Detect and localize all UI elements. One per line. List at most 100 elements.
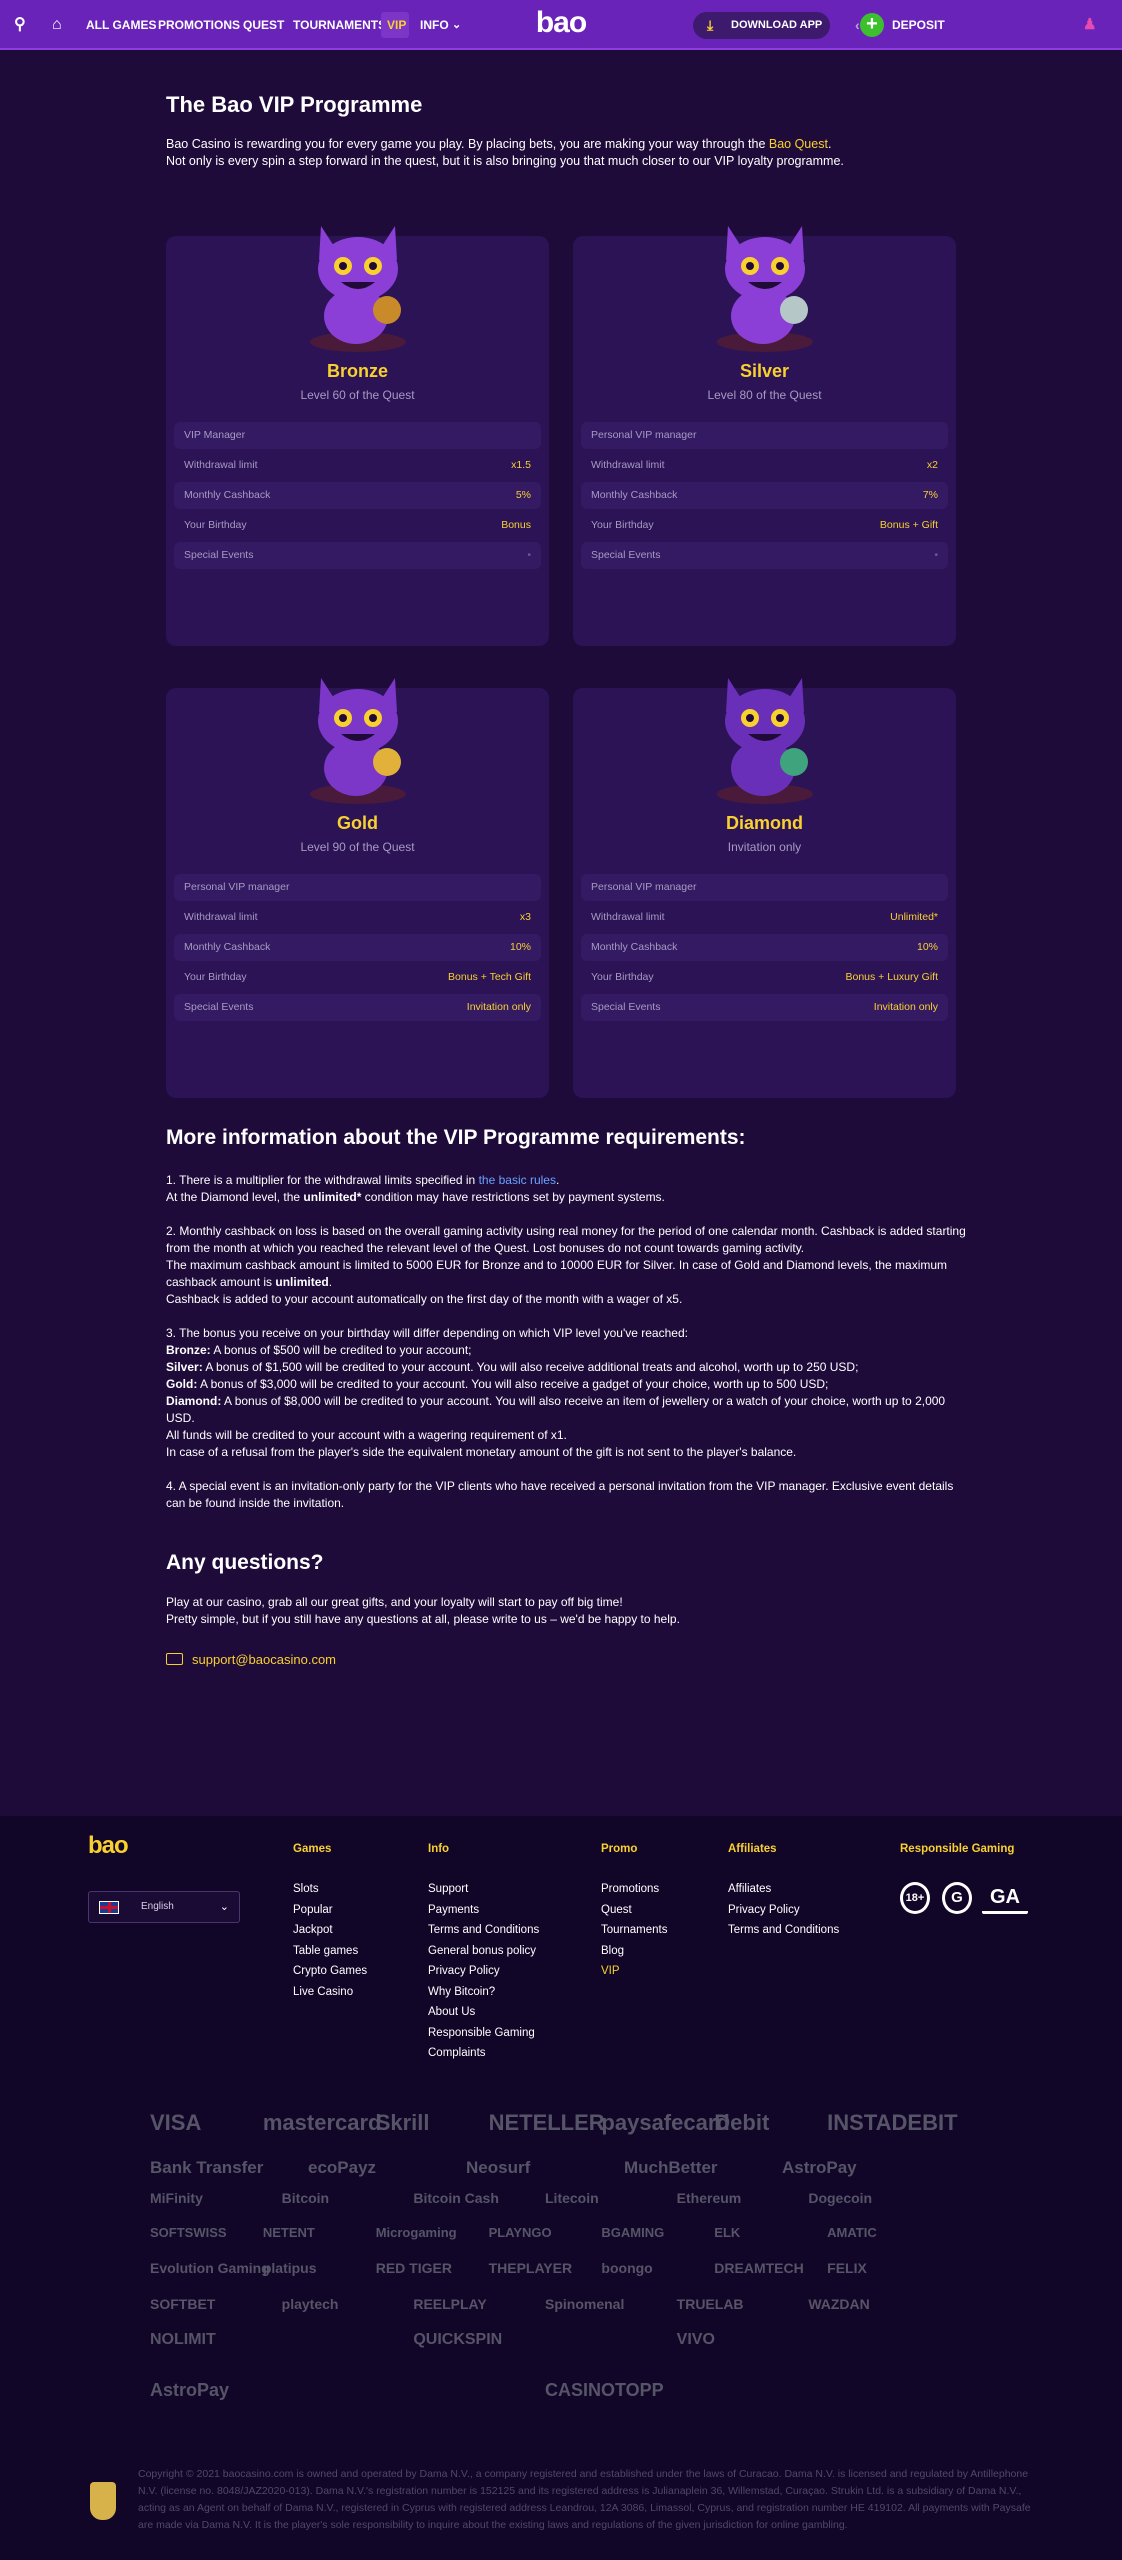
logo[interactable]: bao — [0, 6, 1122, 40]
perk-label: Withdrawal limit — [591, 911, 665, 923]
footer-link[interactable]: Privacy Policy — [428, 1961, 539, 1982]
gambling-anonymous-icon[interactable]: GA — [982, 1882, 1028, 1914]
language-select[interactable]: English ⌄ — [88, 1891, 240, 1923]
footer-link[interactable]: Responsible Gaming — [428, 2023, 539, 2044]
age-18-badge[interactable]: 18+ — [900, 1882, 930, 1914]
diamond-key: Diamond: — [166, 1394, 222, 1408]
download-app-button[interactable]: ⤓ DOWNLOAD APP — [693, 12, 830, 39]
footer-heading: Affiliates — [728, 1843, 777, 1855]
perk-row: Monthly Cashback 10% — [174, 934, 541, 961]
provider-logo: NETELLER — [488, 2110, 605, 2135]
provider-logo: FELIX — [827, 2260, 867, 2276]
perk-row: Monthly Cashback 5% — [174, 482, 541, 509]
footer-link[interactable]: Privacy Policy — [728, 1900, 839, 1921]
provider-logo: boongo — [601, 2260, 653, 2276]
footer-link[interactable]: Support — [428, 1879, 539, 1900]
perk-row: Withdrawal limit Unlimited* — [581, 904, 948, 931]
language-label: English — [141, 1901, 174, 1912]
questions-text: Play at our casino, grab all our great g… — [166, 1594, 966, 1628]
gamcare-icon[interactable]: G — [942, 1882, 972, 1914]
footer-heading: Responsible Gaming — [900, 1843, 1015, 1855]
provider-logo: NOLIMIT — [150, 2331, 216, 2348]
provider-logo: AstroPay — [782, 2158, 857, 2177]
provider-logo: paysafecard — [601, 2110, 730, 2135]
bronze-bonus: A bonus of $500 will be credited to your… — [210, 1343, 472, 1357]
perk-value: Bonus + Luxury Gift — [845, 971, 938, 983]
perk-row: Your Birthday Bonus + Gift — [581, 512, 948, 539]
perk-row: Personal VIP manager — [581, 874, 948, 901]
silver-bonus: A bonus of $1,500 will be credited to yo… — [202, 1360, 859, 1374]
perk-label: Withdrawal limit — [184, 459, 258, 471]
footer-link[interactable]: Blog — [601, 1941, 667, 1962]
footer-link[interactable]: Live Casino — [293, 1982, 367, 2003]
footer-link[interactable]: About Us — [428, 2002, 539, 2023]
perk-label: Special Events — [591, 549, 661, 561]
user-icon[interactable]: ♟ — [1083, 0, 1096, 50]
footer-col-affiliates: Affiliates Affiliates Privacy Policy Terms … — [728, 1842, 839, 1941]
perk-value: x3 — [519, 911, 531, 923]
gold-bonus: A bonus of $3,000 will be credited to yo… — [197, 1377, 829, 1391]
questions-line-1: Play at our casino, grab all our great g… — [166, 1595, 623, 1609]
perk-row: Special Events Invitation only — [174, 994, 541, 1021]
provider-logo: CASINOTOPP — [545, 2380, 664, 2400]
req-1c: condition may have restrictions set by p… — [361, 1190, 665, 1204]
uk-flag-icon — [99, 1901, 119, 1914]
perk-row: Your Birthday Bonus + Tech Gift — [174, 964, 541, 991]
provider-logo: playtech — [281, 2296, 339, 2312]
perk-row: Monthly Cashback 10% — [581, 934, 948, 961]
questions-line-2: Pretty simple, but if you still have any… — [166, 1612, 680, 1626]
footer-link[interactable]: VIP — [601, 1961, 667, 1982]
vip-card-diamond: Diamond Invitation only Personal VIP manag… — [573, 678, 956, 1098]
provider-logo: Litecoin — [545, 2190, 599, 2206]
top-nav: ⚲ ⌂ ALL GAMES PROMOTIONS QUEST TOURNAMEN… — [0, 0, 1122, 50]
cat-mascot-icon — [717, 226, 813, 352]
chevron-down-icon: ⌄ — [219, 1901, 229, 1913]
perk-label: VIP Manager — [184, 429, 246, 441]
footer-link[interactable]: Why Bitcoin? — [428, 1982, 539, 2003]
page-title: The Bao VIP Programme — [166, 92, 423, 117]
footer-link[interactable]: Crypto Games — [293, 1961, 367, 1982]
footer-link[interactable]: Tournaments — [601, 1920, 667, 1941]
provider-logo: VISA — [150, 2110, 202, 2135]
footer-link[interactable]: Terms and Conditions — [728, 1920, 839, 1941]
provider-logo: Dogecoin — [808, 2190, 873, 2206]
footer-link[interactable]: Table games — [293, 1941, 367, 1962]
download-icon: ⤓ — [707, 17, 714, 33]
footer-link[interactable]: General bonus policy — [428, 1941, 539, 1962]
perk-row: Withdrawal limit x1.5 — [174, 452, 541, 479]
footer-link[interactable]: Popular — [293, 1900, 367, 1921]
copyright-text: Copyright © 2021 baocasino.com is owned … — [138, 2468, 1031, 2531]
curacao-seal-icon[interactable] — [90, 2482, 116, 2520]
footer-link[interactable]: Promotions — [601, 1879, 667, 1900]
provider-logo: DREAMTECH — [714, 2260, 804, 2276]
bao-quest-link[interactable]: Bao Quest — [769, 137, 828, 151]
footer-link[interactable]: Payments — [428, 1900, 539, 1921]
footer-link[interactable]: Slots — [293, 1879, 367, 1900]
footer-link[interactable]: Quest — [601, 1900, 667, 1921]
footer-logo[interactable]: bao — [88, 1832, 129, 1860]
basic-rules-link[interactable]: the basic rules — [479, 1173, 556, 1187]
req-1b: At the Diamond level, the — [166, 1190, 304, 1204]
req-3: 3. The bonus you receive on your birthda… — [166, 1326, 688, 1340]
support-email-link[interactable]: support@baocasino.com — [166, 1652, 336, 1667]
req-2-bold: unlimited — [275, 1275, 329, 1289]
perk-value: Bonus — [501, 519, 531, 531]
provider-logo: mastercard — [262, 2110, 382, 2135]
provider-logo: Evolution Gaming — [150, 2260, 270, 2276]
req-4: 4. A special event is an invitation-only… — [166, 1479, 954, 1510]
footer-col-games: Games Slots Popular Jackpot Table games Crypt… — [293, 1842, 367, 2002]
perk-label: Monthly Cashback — [184, 941, 271, 953]
footer-link[interactable]: Terms and Conditions — [428, 1920, 539, 1941]
level-requirement: Level 80 of the Quest — [707, 388, 822, 402]
perk-value: 5% — [515, 489, 531, 501]
level-name: Bronze — [326, 361, 388, 381]
chevron-left-icon[interactable]: ‹ — [855, 0, 860, 50]
footer-link[interactable]: Jackpot — [293, 1920, 367, 1941]
perk-label: Personal VIP manager — [591, 429, 697, 441]
footer-link[interactable]: Affiliates — [728, 1879, 839, 1900]
provider-logo: Bitcoin Cash — [413, 2190, 499, 2206]
footer-link[interactable]: Complaints — [428, 2043, 539, 2064]
deposit-button[interactable]: + DEPOSIT — [860, 0, 945, 50]
perk-label: Monthly Cashback — [184, 489, 271, 501]
deposit-label: DEPOSIT — [892, 18, 945, 32]
